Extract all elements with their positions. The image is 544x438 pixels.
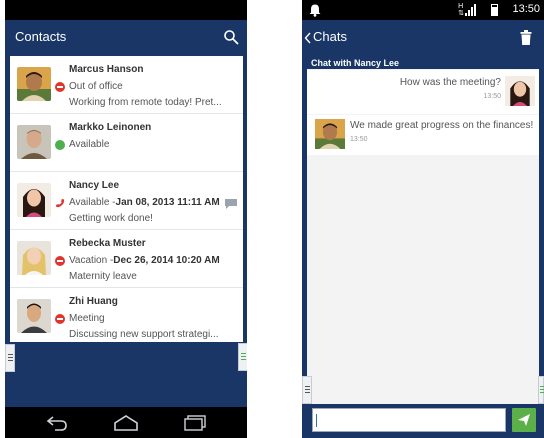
message-text: We made great progress on the finances!: [350, 120, 534, 131]
avatar: [17, 241, 51, 275]
contact-name: Rebecka Muster: [69, 238, 146, 249]
contact-status: Meeting: [55, 313, 105, 324]
status-text: Available: [69, 139, 110, 150]
contacts-screen: Contacts Marcus Hanson Out of office Wor…: [5, 0, 247, 438]
status-message: Getting work done!: [69, 213, 153, 224]
status-time: 13:50: [512, 3, 540, 15]
avatar: [315, 119, 345, 149]
status-text: Vacation -: [69, 255, 114, 266]
contact-item[interactable]: Nancy Lee Available - Jan 08, 2013 11:11…: [10, 172, 243, 230]
trash-icon[interactable]: [520, 30, 532, 45]
home-icon[interactable]: [113, 415, 139, 431]
send-button[interactable]: [512, 408, 536, 432]
network-type-icon: H ⇅: [458, 3, 464, 17]
recent-apps-icon[interactable]: [183, 415, 207, 431]
contact-item[interactable]: Markko Leinonen Available: [10, 114, 243, 172]
chat-bubble-icon[interactable]: [225, 199, 237, 209]
contact-status: Vacation - Dec 26, 2014 10:20 AM: [55, 255, 220, 266]
android-nav-bar: [5, 407, 247, 438]
battery-icon: [491, 4, 498, 16]
contact-list: Marcus Hanson Out of office Working from…: [10, 56, 243, 342]
page-title: Contacts: [15, 29, 67, 44]
status-message: Working from remote today! Pret...: [69, 97, 222, 108]
message-time: 13:50: [350, 136, 368, 143]
chat-header: Chat with Nancy Lee: [307, 58, 539, 69]
contact-status: Available: [55, 139, 109, 150]
page-title[interactable]: Chats: [313, 29, 347, 44]
avatar: [17, 67, 51, 101]
chat-panel: Chat with Nancy Lee How was the meeting?…: [307, 58, 539, 404]
avatar: [17, 125, 51, 159]
busy-status-icon: [55, 255, 65, 266]
contact-name: Nancy Lee: [69, 180, 120, 191]
contact-item[interactable]: Marcus Hanson Out of office Working from…: [10, 56, 243, 114]
contact-status: Available - Jan 08, 2013 11:11 AM: [55, 197, 220, 208]
signal-icon: [465, 4, 476, 16]
available-status-icon: [55, 139, 65, 150]
contact-status: Out of office: [55, 81, 123, 92]
status-text: Available -: [69, 197, 116, 208]
message-text: How was the meeting?: [399, 77, 501, 88]
chats-titlebar: Chats: [302, 20, 544, 56]
status-text: Meeting: [69, 313, 105, 324]
avatar: [505, 76, 535, 106]
contacts-titlebar: Contacts: [5, 20, 247, 56]
right-drawer-handle[interactable]: [538, 376, 544, 404]
status-message: Maternity leave: [69, 271, 137, 282]
busy-status-icon: [55, 81, 65, 92]
contact-name: Markko Leinonen: [69, 122, 152, 133]
notification-bell-icon: [309, 4, 321, 17]
message-row: How was the meeting? 13:50: [307, 70, 539, 114]
avatar: [17, 183, 51, 217]
left-drawer-handle[interactable]: [5, 344, 15, 372]
busy-status-icon: [55, 313, 65, 324]
contact-item[interactable]: Zhi Huang Meeting Discussing new support…: [10, 288, 243, 345]
avatar: [17, 299, 51, 333]
status-message: Discussing new support strategi...: [69, 329, 219, 340]
text-cursor: [316, 414, 317, 427]
search-icon[interactable]: [223, 29, 239, 45]
status-date: Dec 26, 2014 10:20 AM: [113, 255, 220, 266]
contact-name: Marcus Hanson: [69, 64, 144, 75]
status-bar: H ⇅ 13:50: [302, 0, 544, 20]
chat-screen: H ⇅ 13:50 Chats Chat with Nancy Lee How w…: [302, 0, 544, 438]
back-icon[interactable]: [45, 415, 69, 431]
message-composer: [302, 404, 544, 438]
left-drawer-handle[interactable]: [302, 376, 312, 404]
phone-icon: [56, 198, 65, 207]
back-chevron-icon[interactable]: [304, 32, 312, 44]
status-bar: [5, 0, 247, 20]
send-icon: [518, 414, 530, 426]
message-time: 13:50: [483, 93, 501, 100]
right-drawer-handle[interactable]: [238, 343, 247, 371]
contact-item[interactable]: Rebecka Muster Vacation - Dec 26, 2014 1…: [10, 230, 243, 288]
message-input[interactable]: [312, 408, 506, 432]
status-text: Out of office: [69, 81, 123, 92]
status-date: Jan 08, 2013 11:11 AM: [115, 197, 220, 208]
contact-name: Zhi Huang: [69, 296, 118, 307]
message-row: We made great progress on the finances! …: [307, 115, 539, 155]
